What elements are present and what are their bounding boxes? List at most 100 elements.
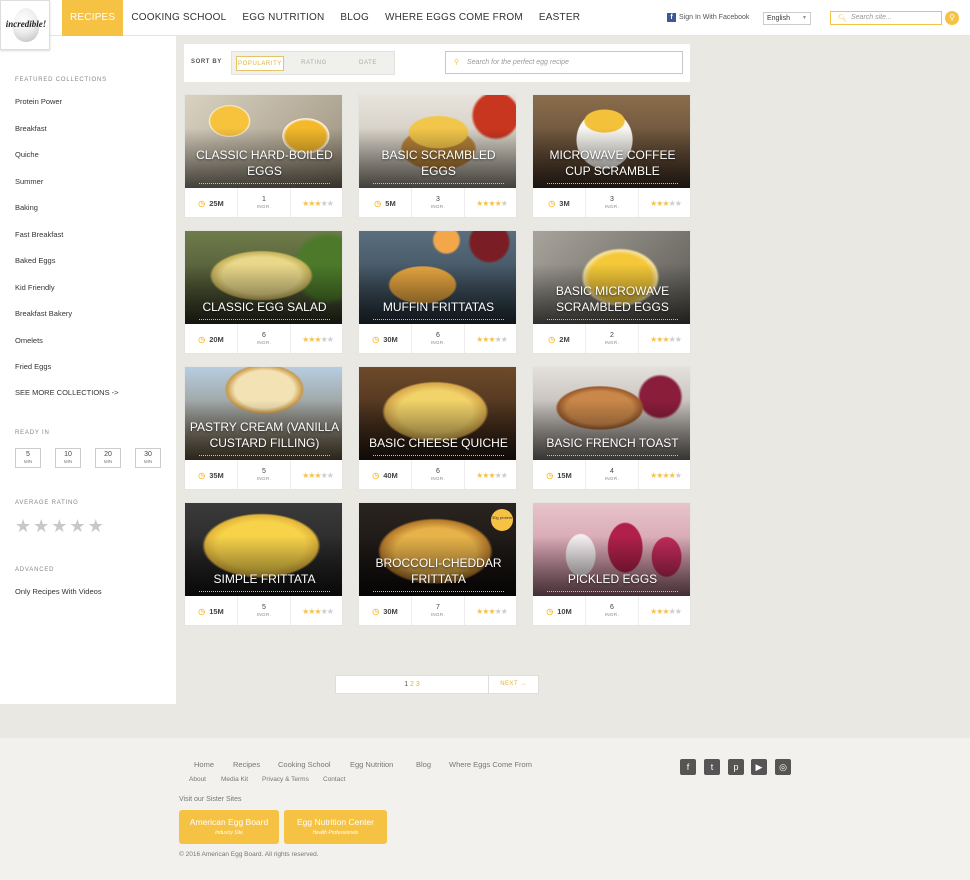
ready-in-5-button[interactable]: 5 MIN [15, 448, 41, 468]
recipe-image[interactable]: CLASSIC EGG SALAD [185, 231, 342, 324]
footer-sub-link[interactable]: Contact [323, 776, 345, 783]
facebook-icon[interactable]: f [680, 759, 696, 775]
collection-link[interactable]: Breakfast [15, 124, 47, 133]
page-link[interactable]: 3 [416, 681, 420, 688]
recipe-image[interactable]: BASIC SCRAMBLED EGGS [359, 95, 516, 188]
recipe-title[interactable]: BASIC FRENCH TOAST [537, 435, 688, 451]
collection-link[interactable]: Kid Friendly [15, 283, 55, 292]
footer-link[interactable]: Cooking School [278, 760, 331, 769]
collection-link[interactable]: Baking [15, 203, 38, 212]
recipe-search-input[interactable]: ⚲ Search for the perfect egg recipe [445, 51, 683, 74]
footer-link[interactable]: Egg Nutrition [350, 760, 393, 769]
twitter-icon[interactable]: t [704, 759, 720, 775]
pinterest-icon[interactable]: p [728, 759, 744, 775]
recipe-image[interactable]: BASIC CHEESE QUICHE [359, 367, 516, 460]
ingredient-count-value: 5 [262, 604, 266, 611]
recipe-image[interactable]: PICKLED EGGS [533, 503, 690, 596]
page-link[interactable]: 2 [410, 681, 414, 688]
site-search-button[interactable]: ⚲ [945, 11, 959, 25]
collection-link[interactable]: Fast Breakfast [15, 230, 63, 239]
ready-in-10-button[interactable]: 10 MIN [55, 448, 81, 468]
recipe-title[interactable]: MICROWAVE COFFEE CUP SCRAMBLE [537, 147, 688, 179]
nav-where-eggs-come-from[interactable]: WHERE EGGS COME FROM [377, 0, 531, 36]
collection-link[interactable]: Fried Eggs [15, 362, 51, 371]
logo[interactable]: incredible! [0, 0, 50, 50]
footer-sub-link[interactable]: Privacy & Terms [262, 776, 309, 783]
recipe-title[interactable]: SIMPLE FRITTATA [189, 571, 340, 587]
recipe-card[interactable]: PASTRY CREAM (VANILLA CUSTARD FILLING) ◷ 3… [184, 366, 343, 490]
american-egg-board-button[interactable]: American Egg Board Industry Site [179, 810, 279, 844]
recipe-title[interactable]: MUFFIN FRITTATAS [363, 299, 514, 315]
videos-only-filter[interactable]: Only Recipes With Videos [15, 587, 102, 596]
star-icon[interactable]: ★ [51, 517, 67, 535]
recipe-title[interactable]: BASIC CHEESE QUICHE [363, 435, 514, 451]
nav-egg-nutrition[interactable]: EGG NUTRITION [234, 0, 332, 36]
star-icon[interactable]: ★ [15, 517, 31, 535]
ingredient-label: INGR. [604, 204, 620, 209]
nav-cooking-school[interactable]: COOKING SCHOOL [123, 0, 234, 36]
sort-rating-button[interactable]: RATING [290, 56, 338, 71]
youtube-icon[interactable]: ▶ [751, 759, 767, 775]
language-select[interactable]: English ▼ [763, 12, 811, 25]
recipe-card[interactable]: MICROWAVE COFFEE CUP SCRAMBLE ◷ 3M 3 INGR. ★ ★… [532, 94, 691, 218]
next-page-button[interactable]: NEXT → [489, 676, 538, 693]
recipe-title[interactable]: BROCCOLI-CHEDDAR FRITTATA [363, 555, 514, 587]
recipe-card[interactable]: CLASSIC HARD-BOILED EGGS ◷ 25M 1 INGR. ★ ★ ★ ★ ★ [184, 94, 343, 218]
recipe-card[interactable]: BASIC MICROWAVE SCRAMBLED EGGS ◷ 2M 2 INGR. ★… [532, 230, 691, 354]
cook-time: ◷ 40M [359, 460, 412, 489]
star-icon[interactable]: ★ [33, 517, 49, 535]
collection-link[interactable]: Baked Eggs [15, 256, 55, 265]
footer-link[interactable]: Recipes [233, 760, 260, 769]
instagram-icon[interactable]: ◎ [775, 759, 791, 775]
recipe-image[interactable]: 30g protein BROCCOLI-CHEDDAR FRITTATA [359, 503, 516, 596]
recipe-image[interactable]: CLASSIC HARD-BOILED EGGS [185, 95, 342, 188]
nav-blog[interactable]: BLOG [332, 0, 377, 36]
egg-nutrition-center-button[interactable]: Egg Nutrition Center Health Professionals [284, 810, 387, 844]
ready-in-30-button[interactable]: 30 MIN [135, 448, 161, 468]
collection-link[interactable]: Protein Power [15, 97, 62, 106]
recipe-card[interactable]: BASIC FRENCH TOAST ◷ 15M 4 INGR. ★ ★ ★ ★ ★ [532, 366, 691, 490]
footer-link[interactable]: Home [194, 760, 214, 769]
collection-link[interactable]: Breakfast Bakery [15, 309, 72, 318]
star-icon[interactable]: ★ [88, 517, 104, 535]
recipe-card[interactable]: BASIC SCRAMBLED EGGS ◷ 5M 3 INGR. ★ ★ ★ ★ ★ [358, 94, 517, 218]
cook-time-value: 15M [209, 607, 224, 616]
sort-popularity-button[interactable]: POPULARITY [236, 56, 284, 71]
collection-link[interactable]: Quiche [15, 150, 39, 159]
recipe-card[interactable]: BASIC CHEESE QUICHE ◷ 40M 6 INGR. ★ ★ ★ ★ ★ [358, 366, 517, 490]
recipe-image[interactable]: MICROWAVE COFFEE CUP SCRAMBLE [533, 95, 690, 188]
advanced-heading: ADVANCED [15, 567, 55, 573]
nav-recipes[interactable]: RECIPES [62, 0, 124, 36]
recipe-image[interactable]: SIMPLE FRITTATA [185, 503, 342, 596]
recipe-image[interactable]: PASTRY CREAM (VANILLA CUSTARD FILLING) [185, 367, 342, 460]
recipe-image[interactable]: BASIC MICROWAVE SCRAMBLED EGGS [533, 231, 690, 324]
facebook-signin-link[interactable]: f Sign In With Facebook [667, 13, 749, 22]
recipe-image[interactable]: BASIC FRENCH TOAST [533, 367, 690, 460]
see-more-collections-link[interactable]: SEE MORE COLLECTIONS -> [15, 388, 119, 397]
ingredient-count: 4 INGR. [586, 460, 639, 489]
footer-link[interactable]: Where Eggs Come From [449, 760, 532, 769]
recipe-title[interactable]: CLASSIC EGG SALAD [189, 299, 340, 315]
site-search-input[interactable]: 🔍︎ Search site... [830, 11, 942, 25]
nav-easter[interactable]: EASTER [531, 0, 588, 36]
collection-link[interactable]: Summer [15, 177, 43, 186]
recipe-card[interactable]: 30g protein BROCCOLI-CHEDDAR FRITTATA ◷ 30M… [358, 502, 517, 626]
rating-filter: ★ ★ ★ ★ ★ [15, 517, 104, 535]
recipe-title[interactable]: BASIC MICROWAVE SCRAMBLED EGGS [537, 283, 688, 315]
recipe-title[interactable]: CLASSIC HARD-BOILED EGGS [189, 147, 340, 179]
ready-in-20-button[interactable]: 20 MIN [95, 448, 121, 468]
recipe-title[interactable]: BASIC SCRAMBLED EGGS [363, 147, 514, 179]
star-icon[interactable]: ★ [69, 517, 85, 535]
footer-sub-link[interactable]: About [189, 776, 206, 783]
sort-date-button[interactable]: DATE [344, 56, 392, 71]
footer-link[interactable]: Blog [416, 760, 431, 769]
recipe-card[interactable]: PICKLED EGGS ◷ 10M 6 INGR. ★ ★ ★ ★ ★ [532, 502, 691, 626]
recipe-card[interactable]: SIMPLE FRITTATA ◷ 15M 5 INGR. ★ ★ ★ ★ ★ [184, 502, 343, 626]
collection-link[interactable]: Omelets [15, 336, 43, 345]
recipe-image[interactable]: MUFFIN FRITTATAS [359, 231, 516, 324]
recipe-card[interactable]: MUFFIN FRITTATAS ◷ 30M 6 INGR. ★ ★ ★ ★ ★ [358, 230, 517, 354]
recipe-title[interactable]: PICKLED EGGS [537, 571, 688, 587]
recipe-title[interactable]: PASTRY CREAM (VANILLA CUSTARD FILLING) [189, 419, 340, 451]
footer-sub-link[interactable]: Media Kit [221, 776, 248, 783]
recipe-card[interactable]: CLASSIC EGG SALAD ◷ 20M 6 INGR. ★ ★ ★ ★ ★ [184, 230, 343, 354]
